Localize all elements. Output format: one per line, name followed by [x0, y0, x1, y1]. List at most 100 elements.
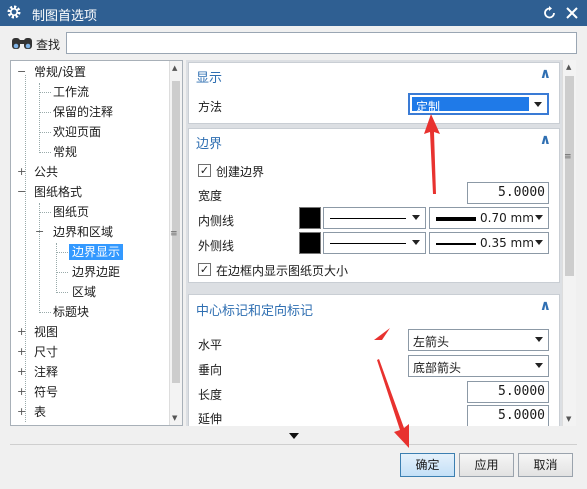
category-tree: − 常规/设置 工作流 保留的注释 欢迎页面 常规 + 公共 − 图纸格式 图纸… — [10, 60, 183, 426]
line-preview — [436, 217, 476, 221]
close-icon[interactable] — [564, 5, 580, 21]
tree-item-workflow[interactable]: 工作流 — [53, 82, 89, 102]
chevron-down-icon — [535, 363, 543, 368]
tree-guide — [39, 212, 51, 213]
chevron-up-icon[interactable]: ∧ — [540, 298, 551, 314]
expand-icon[interactable]: + — [17, 322, 26, 342]
outer-thickness-dropdown[interactable]: 0.35 mm — [429, 232, 549, 254]
chevron-down-icon — [535, 240, 543, 245]
scroll-down-icon[interactable]: ▼ — [566, 415, 571, 423]
more-options-row — [0, 426, 587, 446]
binoculars-icon — [12, 38, 32, 49]
inner-line-label: 内侧线 — [198, 214, 235, 228]
annotation-arrow-icon — [377, 359, 409, 448]
tree-guide — [56, 243, 57, 291]
tree-item-label: 常规/设置 — [34, 65, 87, 79]
expand-icon[interactable]: + — [17, 382, 26, 402]
apply-button[interactable]: 应用 — [459, 453, 514, 477]
outer-linetype-dropdown[interactable] — [323, 232, 426, 254]
section-header[interactable]: 显示 ∧ — [189, 63, 559, 87]
annotation-arrow-icon — [374, 328, 390, 340]
vertical-dropdown[interactable]: 底部箭头 — [408, 355, 549, 377]
tree-guide — [39, 312, 51, 313]
ok-button[interactable]: 确定 — [400, 453, 455, 477]
section-header[interactable]: 边界 ∧ — [189, 129, 559, 153]
divider — [10, 444, 577, 445]
tree-item-label: 欢迎页面 — [53, 125, 102, 139]
create-border-checkbox[interactable]: ✓ — [198, 164, 211, 177]
grip-icon: ≡ — [564, 152, 572, 162]
tree-item-border-margin[interactable]: 边界边距 — [72, 262, 120, 282]
tree-item-welcome-page[interactable]: 欢迎页面 — [53, 122, 101, 142]
vertical-label: 垂向 — [198, 363, 223, 377]
dropdown-value: 底部箭头 — [413, 361, 462, 375]
inner-linetype-dropdown[interactable] — [323, 207, 426, 229]
collapse-icon[interactable]: − — [17, 62, 26, 82]
tree-guide — [39, 92, 51, 93]
outer-line-label: 外侧线 — [198, 239, 235, 253]
expand-icon[interactable]: + — [17, 362, 26, 382]
line-preview — [330, 243, 406, 244]
scroll-thumb[interactable] — [565, 76, 574, 276]
tree-item-label: 工作流 — [53, 85, 90, 99]
length-label: 长度 — [198, 388, 223, 402]
tree-guide — [56, 252, 68, 253]
expand-icon[interactable]: + — [17, 402, 26, 422]
expand-more-icon[interactable] — [289, 433, 299, 439]
inner-color-swatch[interactable] — [299, 207, 321, 229]
tree-item-label: 图纸页 — [53, 205, 90, 219]
tree-guide — [56, 272, 68, 273]
settings-scrollbar[interactable]: ▲ ≡ ▼ — [562, 60, 576, 426]
tree-item-label: 标题块 — [53, 305, 90, 319]
tree-item-general[interactable]: 常规 — [53, 142, 77, 162]
cancel-button[interactable]: 取消 — [518, 453, 573, 477]
collapse-icon[interactable]: − — [35, 222, 44, 242]
expand-icon[interactable]: + — [17, 162, 26, 182]
scroll-up-icon[interactable]: ▲ — [566, 63, 571, 71]
scroll-down-icon[interactable]: ▼ — [172, 414, 177, 422]
section-title: 显示 — [196, 71, 223, 86]
scroll-up-icon[interactable]: ▲ — [172, 64, 177, 72]
tree-item-border-display[interactable]: 边界显示 — [69, 242, 124, 262]
dropdown-value: 0.35 mm — [480, 236, 534, 250]
tree-item-label: 符号 — [34, 385, 59, 399]
tree-item-label: 区域 — [72, 285, 97, 299]
width-input[interactable]: 5.0000 — [467, 182, 549, 204]
reset-icon[interactable] — [542, 5, 558, 21]
method-label: 方法 — [198, 100, 223, 114]
expand-icon[interactable]: + — [17, 342, 26, 362]
tree-item-retained-annotations[interactable]: 保留的注释 — [53, 102, 113, 122]
horizontal-dropdown[interactable]: 左箭头 — [408, 329, 549, 351]
title-bar: 制图首选项 — [0, 0, 587, 26]
extend-label: 延伸 — [198, 412, 223, 426]
inner-thickness-dropdown[interactable]: 0.70 mm — [429, 207, 549, 229]
tree-guide — [56, 292, 68, 293]
length-input[interactable]: 5.0000 — [467, 381, 549, 403]
chevron-down-icon — [412, 240, 420, 245]
tree-item-label: 注释 — [34, 365, 59, 379]
section-title: 中心标记和定向标记 — [196, 304, 314, 319]
section-border: 边界 ∧ ✓ 创建边界 宽度 5.0000 内侧线 0.70 mm 外侧线 0.… — [188, 128, 560, 283]
tree-scrollbar[interactable]: ▲ ≡ ▼ — [169, 61, 182, 425]
search-input[interactable] — [66, 32, 577, 54]
search-row: 查找 — [0, 26, 587, 60]
chevron-up-icon[interactable]: ∧ — [540, 132, 551, 148]
tree-guide — [39, 112, 51, 113]
grip-icon: ≡ — [170, 229, 178, 239]
width-label: 宽度 — [198, 189, 223, 203]
tree-item-title-block[interactable]: 标题块 — [53, 302, 89, 322]
outer-color-swatch[interactable] — [299, 232, 321, 254]
section-title: 边界 — [196, 137, 223, 152]
extend-input[interactable]: 5.0000 — [467, 405, 549, 426]
tree-item-drawing-sheet[interactable]: 图纸页 — [53, 202, 89, 222]
tree-item-label: 边界和区域 — [53, 225, 114, 239]
section-header[interactable]: 中心标记和定向标记 ∧ — [189, 295, 559, 319]
show-sheet-size-checkbox[interactable]: ✓ — [198, 263, 211, 276]
tree-guide — [39, 83, 40, 151]
tree-item-label: 图纸格式 — [34, 185, 83, 199]
tree-item-label: 保留的注释 — [53, 105, 114, 119]
tree-item-zones[interactable]: 区域 — [72, 282, 96, 302]
chevron-up-icon[interactable]: ∧ — [540, 66, 551, 82]
tree-guide — [39, 152, 51, 153]
collapse-icon[interactable]: − — [17, 182, 26, 202]
